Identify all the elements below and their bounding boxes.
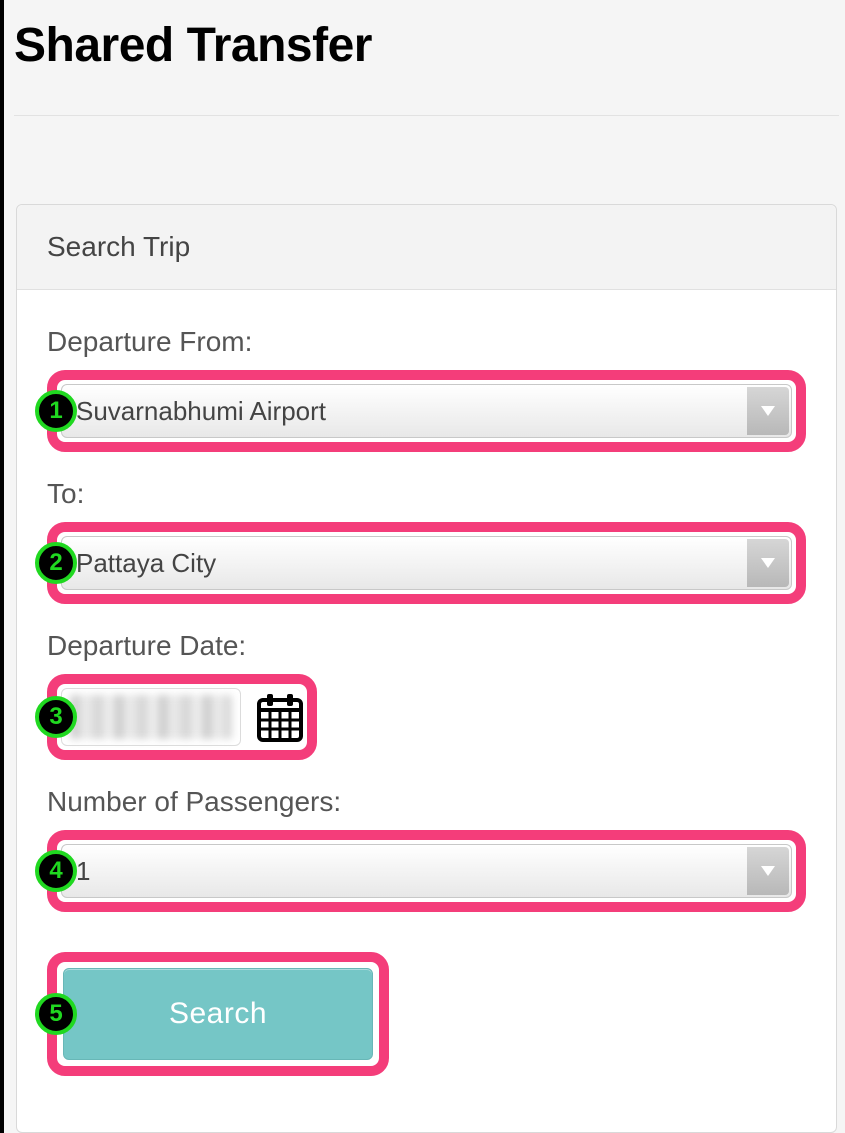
annotation-highlight-2: 2 Pattaya City — [47, 522, 806, 604]
calendar-icon[interactable] — [257, 692, 303, 742]
to-group: To: 2 Pattaya City — [47, 478, 806, 604]
date-blurred-value — [70, 695, 232, 739]
passengers-value: 1 — [76, 856, 90, 887]
departure-from-label: Departure From: — [47, 326, 806, 358]
date-row — [61, 688, 303, 746]
panel-header: Search Trip — [17, 205, 836, 290]
search-group: 5 Search — [47, 952, 806, 1076]
departure-from-select[interactable]: Suvarnabhumi Airport — [61, 384, 792, 438]
passengers-group: Number of Passengers: 4 1 — [47, 786, 806, 912]
departure-from-value: Suvarnabhumi Airport — [76, 396, 326, 427]
divider — [14, 115, 839, 116]
passengers-select[interactable]: 1 — [61, 844, 792, 898]
annotation-highlight-1: 1 Suvarnabhumi Airport — [47, 370, 806, 452]
chevron-down-icon — [747, 847, 789, 895]
passengers-label: Number of Passengers: — [47, 786, 806, 818]
departure-date-input[interactable] — [61, 688, 241, 746]
departure-from-group: Departure From: 1 Suvarnabhumi Airport — [47, 326, 806, 452]
annotation-badge-4: 4 — [35, 850, 77, 892]
annotation-badge-1: 1 — [35, 390, 77, 432]
annotation-badge-3: 3 — [35, 696, 77, 738]
annotation-highlight-5: 5 Search — [47, 952, 389, 1076]
to-label: To: — [47, 478, 806, 510]
panel-body: Departure From: 1 Suvarnabhumi Airport T… — [17, 290, 836, 1132]
annotation-highlight-4: 4 1 — [47, 830, 806, 912]
annotation-highlight-3: 3 — [47, 674, 317, 760]
search-button[interactable]: Search — [63, 968, 373, 1060]
chevron-down-icon — [747, 539, 789, 587]
departure-date-label: Departure Date: — [47, 630, 806, 662]
annotation-badge-2: 2 — [35, 542, 77, 584]
page-title: Shared Transfer — [14, 18, 839, 73]
chevron-down-icon — [747, 387, 789, 435]
to-select[interactable]: Pattaya City — [61, 536, 792, 590]
departure-date-group: Departure Date: 3 — [47, 630, 806, 760]
search-trip-panel: Search Trip Departure From: 1 Suvarnabhu… — [16, 204, 837, 1133]
to-value: Pattaya City — [76, 548, 216, 579]
annotation-badge-5: 5 — [35, 993, 77, 1035]
